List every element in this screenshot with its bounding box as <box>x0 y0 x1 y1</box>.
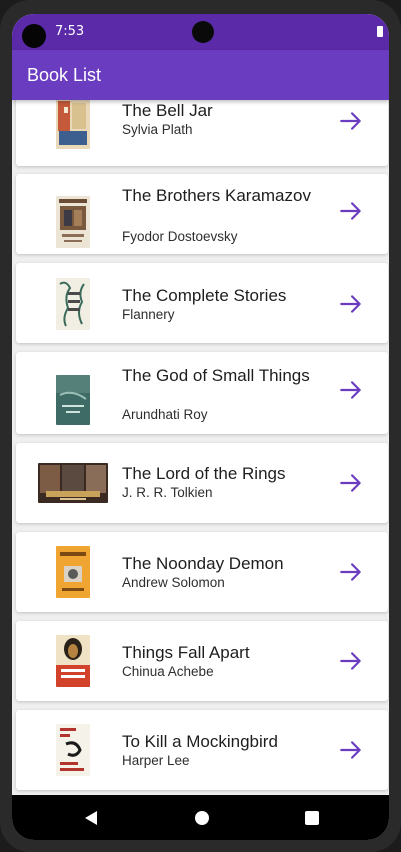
app-title: Book List <box>27 65 102 85</box>
book-card[interactable]: The Brothers Karamazov Fyodor Dostoevsky <box>16 174 388 254</box>
book-card[interactable]: The God of Small Things Arundhati Roy <box>16 352 388 434</box>
battery-icon <box>377 26 383 37</box>
book-author: Arundhati Roy <box>122 407 208 422</box>
back-triangle-icon[interactable] <box>83 810 99 826</box>
screen: 7:53 Book List The Bell Jar Sylvia Plath <box>12 14 389 840</box>
status-time: 7:53 <box>55 24 85 39</box>
arrow-forward-icon[interactable] <box>338 291 364 317</box>
arrow-forward-icon[interactable] <box>338 470 364 496</box>
arrow-forward-icon[interactable] <box>338 559 364 585</box>
book-author: Sylvia Plath <box>122 122 193 137</box>
book-card[interactable]: The Complete Stories Flannery <box>16 263 388 343</box>
book-cover-image <box>56 278 90 330</box>
book-cover-image <box>56 375 90 425</box>
arrow-forward-icon[interactable] <box>338 648 364 674</box>
status-bar: 7:53 <box>12 14 389 50</box>
app-bar: Book List <box>12 50 389 100</box>
book-title: The Bell Jar <box>122 101 213 120</box>
book-cover-image <box>38 463 108 503</box>
book-cover-image <box>56 196 90 248</box>
navigation-bar <box>12 795 389 840</box>
book-title: The Noonday Demon <box>122 554 284 573</box>
book-card[interactable]: The Bell Jar Sylvia Plath <box>16 100 388 166</box>
book-title: The Brothers Karamazov <box>122 186 311 205</box>
book-author: Andrew Solomon <box>122 575 225 590</box>
arrow-forward-icon[interactable] <box>338 377 364 403</box>
device-frame: 7:53 Book List The Bell Jar Sylvia Plath <box>0 0 401 852</box>
book-title: The Complete Stories <box>122 286 287 305</box>
book-card[interactable]: Things Fall Apart Chinua Achebe <box>16 621 388 701</box>
book-author: Flannery <box>122 307 175 322</box>
book-cover-image <box>56 100 90 149</box>
book-cover-image <box>56 635 90 687</box>
book-author: J. R. R. Tolkien <box>122 485 213 500</box>
book-author: Chinua Achebe <box>122 664 214 679</box>
recents-square-icon[interactable] <box>305 811 319 825</box>
book-card[interactable]: To Kill a Mockingbird Harper Lee <box>16 710 388 790</box>
book-author: Fyodor Dostoevsky <box>122 229 238 244</box>
book-author: Harper Lee <box>122 753 190 768</box>
sensor-icon <box>192 21 214 43</box>
arrow-forward-icon[interactable] <box>338 108 364 134</box>
book-cover-image <box>56 724 90 776</box>
book-cover-image <box>56 546 90 598</box>
book-title: The Lord of the Rings <box>122 464 286 483</box>
book-list[interactable]: The Bell Jar Sylvia Plath The Brothers K… <box>12 100 389 795</box>
book-card[interactable]: The Noonday Demon Andrew Solomon <box>16 532 388 612</box>
book-title: To Kill a Mockingbird <box>122 732 278 751</box>
arrow-forward-icon[interactable] <box>338 737 364 763</box>
arrow-forward-icon[interactable] <box>338 198 364 224</box>
book-card[interactable]: The Lord of the Rings J. R. R. Tolkien <box>16 443 388 523</box>
home-circle-icon[interactable] <box>194 810 210 826</box>
book-title: Things Fall Apart <box>122 643 250 662</box>
front-camera-icon <box>22 24 46 48</box>
book-title: The God of Small Things <box>122 366 310 385</box>
